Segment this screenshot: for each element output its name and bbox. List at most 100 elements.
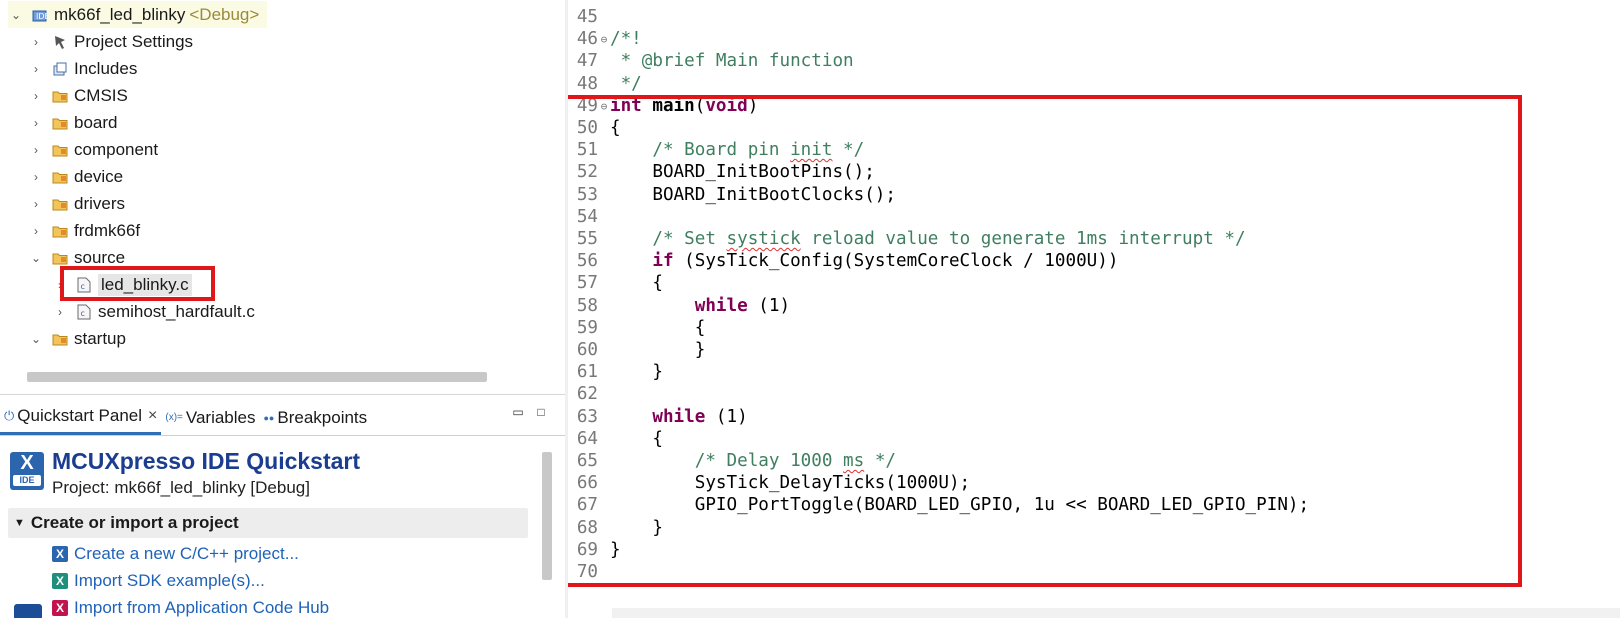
folder-icon (52, 196, 68, 212)
folder-icon (52, 115, 68, 131)
fold-gutter (598, 50, 610, 73)
tree-item-label: drivers (74, 193, 126, 213)
svg-text:IDE: IDE (36, 12, 48, 21)
close-icon[interactable]: × (148, 407, 157, 425)
tree-item-label: frdmk66f (74, 220, 141, 240)
tree-item-label: Project Settings (74, 31, 194, 51)
tree-item-label: component (74, 139, 159, 159)
tree-item-device[interactable]: › device (28, 163, 123, 190)
tree-item-label: Includes (74, 58, 138, 78)
fold-gutter (598, 73, 610, 96)
tree-project-root[interactable]: ⌄ IDE mk66f_led_blinky <Debug> (8, 1, 268, 28)
highlight-box-main-function (568, 95, 1522, 587)
editor-horizontal-scrollbar[interactable] (612, 608, 1620, 618)
line-number: 45 (576, 7, 598, 27)
folder-icon (52, 88, 68, 104)
quickstart-project-subtitle: Project: mk66f_led_blinky [Debug] (52, 478, 310, 497)
svg-text:c: c (81, 309, 85, 318)
tree-item-label: startup (74, 328, 126, 348)
quickstart-vertical-scrollbar[interactable] (542, 452, 552, 580)
tree-item-project-settings[interactable]: › Project Settings (28, 28, 193, 55)
code-line[interactable]: 47 * @brief Main function (568, 50, 854, 73)
code-line[interactable]: 46 ⊖/*! (568, 28, 642, 51)
code-line[interactable]: 48 */ (568, 73, 642, 96)
chevron-down-icon[interactable]: ⌄ (28, 332, 44, 346)
tree-item-label: CMSIS (74, 85, 128, 105)
tree-item-component[interactable]: › component (28, 136, 158, 163)
highlight-box-file (60, 266, 215, 301)
chevron-right-icon[interactable]: › (28, 89, 44, 103)
maximize-button[interactable]: □ (534, 405, 548, 419)
folder-icon (52, 250, 68, 266)
breakpoints-icon: ●● (263, 412, 275, 423)
project-explorer: ⌄ IDE mk66f_led_blinky <Debug> › Project … (0, 0, 540, 372)
code-hub-logo-icon (14, 604, 42, 618)
code-text: */ (610, 73, 642, 96)
project-icon: IDE (32, 7, 48, 23)
includes-icon (52, 61, 68, 77)
code-text: * @brief Main function (610, 50, 854, 73)
tree-item-startup[interactable]: ⌄ startup (28, 325, 126, 352)
fold-toggle-icon[interactable]: ⊖ (598, 28, 610, 51)
tree-item-includes[interactable]: › Includes (28, 55, 137, 82)
tab-label: Breakpoints (277, 407, 368, 427)
create-project-link[interactable]: X Create a new C/C++ project... (52, 544, 299, 564)
explorer-horizontal-scrollbar[interactable] (27, 372, 487, 382)
section-label: Create or import a project (30, 513, 239, 532)
tree-item-label: semihost_hardfault.c (98, 301, 255, 321)
code-line[interactable]: 45 (568, 6, 610, 29)
folder-icon (52, 169, 68, 185)
power-icon: ⏻ (4, 408, 15, 423)
c-file-icon: c (76, 304, 92, 320)
chevron-down-icon[interactable]: ⌄ (28, 251, 44, 265)
chevron-right-icon[interactable]: › (28, 197, 44, 211)
chevron-right-icon[interactable]: › (28, 224, 44, 238)
line-number: 48 (576, 73, 598, 94)
folder-icon (52, 142, 68, 158)
import-sdk-icon: X (52, 573, 68, 589)
tab-breakpoints[interactable]: ●● Breakpoints (260, 401, 372, 435)
minimize-button[interactable]: ▭ (511, 405, 525, 419)
code-editor[interactable]: 45 46 ⊖/*! 47 * @brief Main function 48 */49… (568, 0, 1620, 618)
caret-down-icon: ▼ (14, 517, 25, 529)
folder-icon (52, 331, 68, 347)
chevron-right-icon[interactable]: › (28, 116, 44, 130)
section-create-import-header[interactable]: ▼ Create or import a project (8, 508, 528, 538)
tree-item-label: source (74, 247, 126, 267)
tree-item-label: device (74, 166, 124, 186)
build-config-decoration: <Debug> (189, 4, 260, 24)
code-hub-icon: X (52, 600, 68, 616)
import-sdk-link[interactable]: X Import SDK example(s)... (52, 571, 265, 591)
tree-item-cmsis[interactable]: › CMSIS (28, 82, 128, 109)
tab-label: Quickstart Panel (17, 406, 143, 425)
panel-tab-bar: ⏻ Quickstart Panel × (x)= Variables ●● B… (0, 400, 565, 436)
import-code-hub-link[interactable]: X Import from Application Code Hub (52, 598, 329, 618)
tab-variables[interactable]: (x)= Variables (161, 401, 259, 435)
code-text: /*! (610, 28, 642, 51)
tab-quickstart-panel[interactable]: ⏻ Quickstart Panel × (0, 400, 162, 435)
tree-item-label: board (74, 112, 118, 132)
new-project-icon: X (52, 546, 68, 562)
chevron-right-icon[interactable]: › (28, 170, 44, 184)
line-number: 47 (576, 51, 598, 72)
tree-item-semihost-hardfault-c[interactable]: › c semihost_hardfault.c (52, 298, 255, 325)
chevron-right-icon[interactable]: › (52, 305, 68, 319)
variables-icon: (x)= (165, 412, 183, 423)
line-number: 46 (576, 29, 598, 50)
chevron-right-icon[interactable]: › (28, 62, 44, 76)
chevron-right-icon[interactable]: › (28, 143, 44, 157)
panel-divider (0, 394, 565, 395)
folder-icon (52, 223, 68, 239)
code-token: * @brief Main function (610, 51, 854, 72)
tree-item-frdmk66f[interactable]: › frdmk66f (28, 217, 140, 244)
chevron-right-icon[interactable]: › (28, 35, 44, 49)
code-token: /*! (610, 29, 642, 50)
tree-item-drivers[interactable]: › drivers (28, 190, 125, 217)
tree-item-board[interactable]: › board (28, 109, 117, 136)
tab-label: Variables (185, 407, 256, 427)
fold-gutter (598, 6, 610, 29)
settings-icon (52, 34, 68, 50)
chevron-down-icon[interactable]: ⌄ (8, 8, 24, 22)
quickstart-title: MCUXpresso IDE Quickstart (52, 448, 361, 474)
mcuxpresso-logo-icon: X IDE (10, 452, 44, 490)
